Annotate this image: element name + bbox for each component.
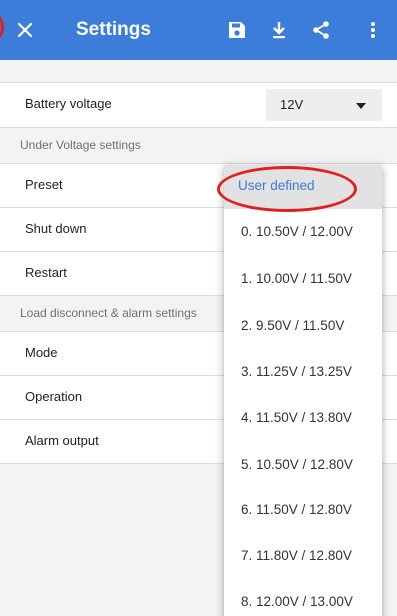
- dropdown-option-user-defined[interactable]: User defined: [224, 165, 382, 209]
- shut-down-label: Shut down: [25, 221, 87, 236]
- dropdown-option-label: 1. 10.00V / 11.50V: [241, 271, 352, 286]
- dropdown-option-label: 2. 9.50V / 11.50V: [241, 318, 345, 333]
- save-button[interactable]: [222, 15, 252, 45]
- dropdown-option-label: 0. 10.50V / 12.00V: [241, 224, 353, 239]
- preset-label: Preset: [25, 177, 63, 192]
- download-button[interactable]: [264, 15, 294, 45]
- alarm-output-label: Alarm output: [25, 433, 99, 448]
- dropdown-option-label: 5. 10.50V / 12.80V: [241, 457, 353, 472]
- settings-screen: Settings Battery voltage 12V Under Volta…: [0, 0, 397, 616]
- close-icon: [17, 22, 33, 38]
- dropdown-option-label: 6. 11.50V / 12.80V: [241, 502, 352, 517]
- top-spacer: [0, 60, 397, 82]
- share-button[interactable]: [306, 15, 336, 45]
- battery-voltage-select[interactable]: 12V: [266, 89, 382, 121]
- dropdown-option[interactable]: 0. 10.50V / 12.00V: [224, 211, 382, 255]
- dropdown-option[interactable]: 6. 11.50V / 12.80V: [224, 489, 382, 533]
- preset-dropdown-menu: User defined 0. 10.50V / 12.00V 1. 10.00…: [224, 165, 382, 616]
- dropdown-option[interactable]: 3. 11.25V / 13.25V: [224, 351, 382, 395]
- save-icon: [229, 22, 245, 38]
- dropdown-option[interactable]: 8. 12.00V / 13.00V: [224, 581, 382, 616]
- app-bar: Settings: [0, 0, 397, 60]
- dropdown-option[interactable]: 1. 10.00V / 11.50V: [224, 258, 382, 302]
- dropdown-option-label: 3. 11.25V / 13.25V: [241, 364, 352, 379]
- chevron-down-icon: [356, 103, 366, 109]
- page-title: Settings: [76, 19, 151, 40]
- more-vert-icon: [371, 22, 375, 38]
- dropdown-option-label: User defined: [238, 178, 315, 193]
- battery-voltage-row: Battery voltage 12V: [0, 82, 397, 128]
- dropdown-option-label: 4. 11.50V / 13.80V: [241, 410, 352, 425]
- dropdown-option[interactable]: 4. 11.50V / 13.80V: [224, 397, 382, 441]
- section-header-label: Under Voltage settings: [20, 138, 141, 152]
- dropdown-option[interactable]: 7. 11.80V / 12.80V: [224, 535, 382, 579]
- restart-label: Restart: [25, 265, 67, 280]
- battery-voltage-value: 12V: [280, 97, 304, 112]
- under-voltage-header: Under Voltage settings: [0, 128, 397, 164]
- dropdown-option-label: 7. 11.80V / 12.80V: [241, 548, 352, 563]
- dropdown-option-label: 8. 12.00V / 13.00V: [241, 594, 353, 609]
- operation-label: Operation: [25, 389, 83, 404]
- share-icon: [313, 21, 329, 39]
- section-header-label: Load disconnect & alarm settings: [20, 306, 197, 320]
- battery-voltage-label: Battery voltage: [25, 96, 112, 111]
- dropdown-option[interactable]: 5. 10.50V / 12.80V: [224, 444, 382, 488]
- more-options-button[interactable]: [358, 15, 388, 45]
- download-icon: [273, 22, 285, 39]
- dropdown-option[interactable]: 2. 9.50V / 11.50V: [224, 305, 382, 349]
- mode-label: Mode: [25, 345, 58, 360]
- close-button[interactable]: [10, 15, 40, 45]
